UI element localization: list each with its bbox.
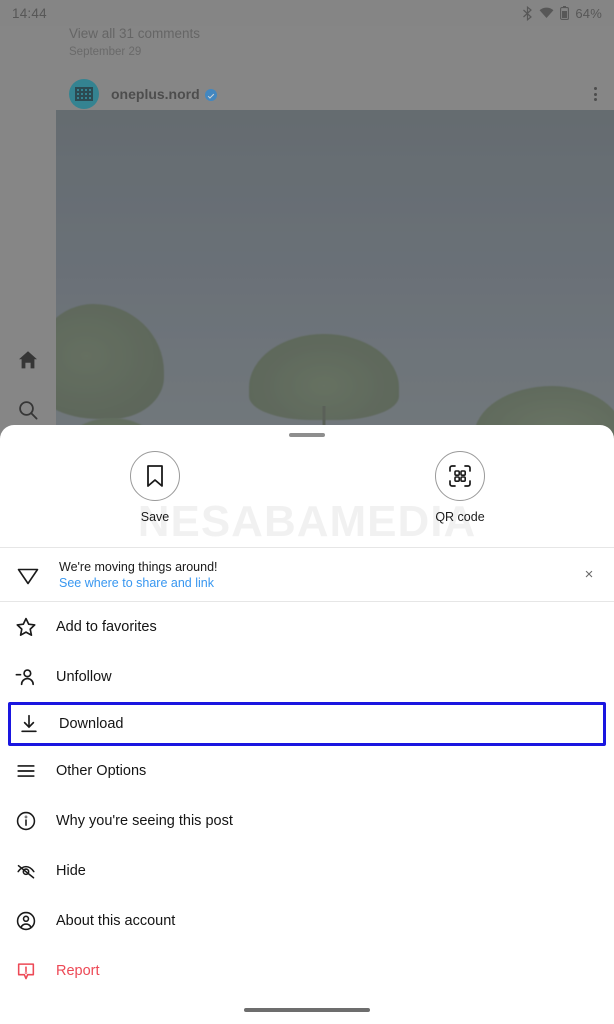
close-icon[interactable]: × xyxy=(578,564,600,586)
menu-item-hide[interactable]: Hide xyxy=(0,846,614,896)
menu-label: Hide xyxy=(56,863,86,879)
verified-badge-icon xyxy=(204,89,217,101)
menu-item-about-this-account[interactable]: About this account xyxy=(0,896,614,946)
menu-item-other-options[interactable]: Other Options xyxy=(0,746,614,796)
watermark-text: NESABAMEDIA xyxy=(137,497,477,546)
post-options-bottom-sheet: Save QR code NESABAMEDIA We're moving th… xyxy=(0,425,614,1024)
options-menu-list: Add to favorites Unfollow Download Other… xyxy=(0,602,614,996)
post-date: September 29 xyxy=(69,46,142,58)
menu-item-download[interactable]: Download xyxy=(8,702,606,746)
info-icon xyxy=(14,809,38,833)
hamburger-icon xyxy=(14,759,38,783)
paper-plane-icon xyxy=(14,562,42,588)
user-minus-icon xyxy=(14,665,38,689)
view-comments-link[interactable]: View all 31 comments xyxy=(69,26,200,41)
share-announcement-banner[interactable]: We're moving things around! See where to… xyxy=(0,548,614,601)
menu-label: Other Options xyxy=(56,763,147,779)
menu-label: Report xyxy=(56,963,100,979)
search-icon[interactable] xyxy=(16,398,40,422)
qr-code-button[interactable]: QR code xyxy=(415,451,505,524)
home-icon[interactable] xyxy=(16,348,40,372)
avatar[interactable] xyxy=(69,79,99,109)
banner-link[interactable]: See where to share and link xyxy=(59,576,218,590)
report-icon xyxy=(14,959,38,983)
post-username[interactable]: oneplus.nord xyxy=(111,86,200,102)
eye-off-icon xyxy=(14,859,38,883)
status-bar: 14:44 64% xyxy=(0,0,614,26)
post-photo xyxy=(56,110,614,450)
menu-label: About this account xyxy=(56,913,176,929)
wifi-icon xyxy=(539,7,554,19)
menu-label: Download xyxy=(59,716,124,732)
qr-code-icon xyxy=(435,451,485,501)
navigation-gesture-pill[interactable] xyxy=(244,1008,370,1012)
menu-item-why-seeing-post[interactable]: Why you're seeing this post xyxy=(0,796,614,846)
banner-title: We're moving things around! xyxy=(59,559,218,574)
post-header: oneplus.nord xyxy=(69,74,604,114)
menu-label: Add to favorites xyxy=(56,619,157,635)
status-time: 14:44 xyxy=(12,5,47,21)
bookmark-icon xyxy=(130,451,180,501)
phone-screen: 14:44 64% View all 31 comments September… xyxy=(0,0,614,1024)
menu-item-add-to-favorites[interactable]: Add to favorites xyxy=(0,602,614,652)
menu-item-report[interactable]: Report xyxy=(0,946,614,996)
bluetooth-icon xyxy=(522,5,533,21)
more-options-icon[interactable] xyxy=(586,85,604,103)
download-icon xyxy=(17,712,41,736)
menu-label: Why you're seeing this post xyxy=(56,813,233,829)
star-icon xyxy=(14,615,38,639)
save-button[interactable]: Save xyxy=(110,451,200,524)
menu-item-unfollow[interactable]: Unfollow xyxy=(0,652,614,702)
menu-label: Unfollow xyxy=(56,669,112,685)
quick-actions-row: Save QR code NESABAMEDIA xyxy=(0,425,614,547)
save-label: Save xyxy=(140,510,170,524)
account-circle-icon xyxy=(14,909,38,933)
battery-percentage: 64% xyxy=(575,5,602,21)
qr-code-label: QR code xyxy=(435,510,485,524)
battery-icon xyxy=(560,6,570,20)
